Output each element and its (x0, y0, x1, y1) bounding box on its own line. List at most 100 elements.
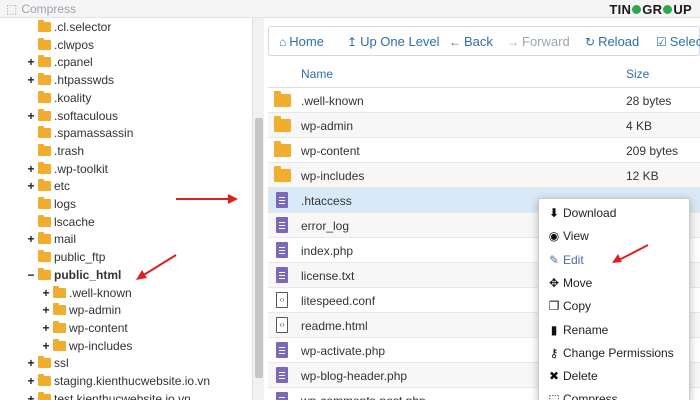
folder-icon (38, 374, 51, 386)
eye-icon: ◉ (548, 229, 560, 244)
folder-icon (53, 338, 66, 351)
tree-item[interactable]: + mail (26, 231, 76, 248)
up-one-level-button[interactable]: ↥ Up One Level (347, 33, 440, 51)
tree-item[interactable]: + wp-includes (41, 338, 132, 355)
folder-icon (38, 232, 51, 245)
file-icon (274, 267, 288, 283)
tree-item[interactable]: + .well-known (41, 285, 132, 302)
menu-item-rename[interactable]: ▮ Rename (547, 320, 609, 340)
expand-toggle[interactable]: + (41, 338, 51, 355)
code-file-icon: ‹› (274, 292, 288, 308)
expand-toggle[interactable]: + (26, 231, 36, 248)
expand-toggle[interactable]: + (26, 373, 36, 390)
tree-item-label: .cpanel (54, 55, 93, 70)
tree-item-label: ssl (54, 356, 69, 371)
tree-item[interactable]: + .wp-toolkit (26, 161, 108, 178)
expand-toggle[interactable]: + (26, 108, 36, 125)
tree-item-label: test.kienthucwebsite.io.vn (54, 391, 191, 400)
expand-toggle[interactable]: + (26, 355, 36, 372)
expand-toggle[interactable]: + (26, 72, 36, 89)
arrow-right-icon: → (507, 35, 519, 49)
size-column-header[interactable]: Size (626, 67, 649, 81)
folder-icon (38, 126, 51, 139)
tree-item[interactable]: .koality (26, 90, 91, 107)
tree-item[interactable]: + wp-content (41, 320, 128, 337)
expand-toggle[interactable]: + (41, 285, 51, 302)
expand-toggle[interactable]: + (26, 161, 36, 178)
folder-icon (38, 179, 51, 192)
file-name: .htaccess (301, 194, 352, 208)
tree-item[interactable]: public_ftp (26, 249, 105, 266)
tree-item[interactable]: + wp-admin (41, 302, 121, 319)
file-name: wp-admin (301, 119, 354, 133)
expand-toggle[interactable]: + (41, 320, 51, 337)
tree-item[interactable]: + test.kienthucwebsite.io.vn (26, 391, 191, 400)
menu-item-view[interactable]: ◉ View (547, 226, 589, 246)
expand-toggle[interactable]: − (26, 267, 36, 284)
tree-item[interactable]: + ssl (26, 355, 69, 372)
table-row[interactable]: wp-admin 4 KB (268, 113, 700, 138)
folder-icon (53, 320, 66, 333)
menu-item-change-permissions[interactable]: ⚷ Change Permissions (547, 343, 674, 363)
file-icon (274, 192, 288, 208)
folder-icon (38, 108, 51, 121)
tree-item[interactable]: logs (26, 196, 76, 213)
tree-item[interactable]: + .htpasswds (26, 72, 114, 89)
compress-link[interactable]: ⬚ Compress (6, 2, 76, 16)
tree-item[interactable]: + etc (26, 178, 70, 195)
file-size: 209 bytes (626, 144, 679, 158)
menu-item-copy[interactable]: ❐ Copy (547, 296, 591, 316)
tree-item[interactable]: .trash (26, 143, 84, 160)
expand-toggle[interactable]: + (41, 302, 51, 319)
html-file-icon: ‹› (274, 317, 288, 333)
folder-icon (38, 214, 51, 227)
table-row[interactable]: wp-includes 12 KB (268, 163, 700, 188)
key-icon: ⚷ (549, 345, 559, 360)
tree-item[interactable]: lscache (26, 214, 95, 231)
table-row[interactable]: wp-content 209 bytes (268, 138, 700, 163)
menu-item-delete[interactable]: ✖ Delete (547, 366, 598, 386)
expand-toggle[interactable]: + (26, 391, 36, 400)
top-bar: ⬚ Compress TIN GR UP (0, 0, 700, 18)
expand-toggle[interactable]: + (26, 178, 36, 195)
select-all-button[interactable]: ☑Select (656, 33, 700, 51)
menu-item-label: Edit (563, 252, 584, 267)
home-button[interactable]: ⌂ Home (279, 33, 324, 51)
file-icon (274, 242, 288, 258)
menu-item-compress[interactable]: ⬚ Compress (547, 389, 617, 400)
name-column-header[interactable]: Name (301, 67, 333, 81)
back-button[interactable]: ← Back (449, 33, 493, 51)
file-name: wp-includes (301, 169, 365, 183)
tree-item[interactable]: + .cpanel (26, 54, 93, 71)
folder-icon (38, 197, 51, 209)
checkbox-icon: ☑ (656, 35, 667, 49)
tree-item-label: wp-content (69, 320, 128, 335)
file-name: license.txt (301, 269, 355, 283)
reload-button[interactable]: ↻ Reload (585, 33, 639, 51)
reload-icon: ↻ (585, 35, 596, 49)
file-name: error_log (301, 219, 350, 233)
tree-item[interactable]: − public_html (26, 267, 121, 284)
menu-item-move[interactable]: ✥ Move (547, 273, 592, 293)
menu-item-download[interactable]: ⬇ Download (547, 203, 616, 223)
file-name: wp-activate.php (301, 344, 386, 358)
tree-item[interactable]: + staging.kienthucwebsite.io.vn (26, 373, 210, 390)
menu-item-label: Download (563, 206, 617, 220)
tree-item[interactable]: .spamassassin (26, 125, 133, 142)
file-icon (274, 367, 288, 383)
folder-icon (38, 143, 51, 156)
file-icon (274, 392, 288, 400)
table-row[interactable]: .well-known 28 bytes (268, 88, 700, 113)
menu-item-edit[interactable]: ✎ Edit (547, 250, 584, 270)
arrow-left-icon: ← (449, 35, 461, 49)
expand-toggle[interactable]: + (26, 54, 36, 71)
folder-icon (38, 20, 51, 32)
folder-icon (274, 91, 291, 107)
download-icon: ⬇ (548, 206, 560, 220)
tree-item[interactable]: .cl.selector (26, 19, 111, 36)
file-name: wp-blog-header.php (301, 369, 408, 383)
tree-scrollbar[interactable] (252, 18, 264, 400)
forward-button[interactable]: → Forward (507, 33, 570, 51)
tree-item[interactable]: .clwpos (26, 37, 94, 54)
tree-item[interactable]: + .softaculous (26, 108, 118, 125)
